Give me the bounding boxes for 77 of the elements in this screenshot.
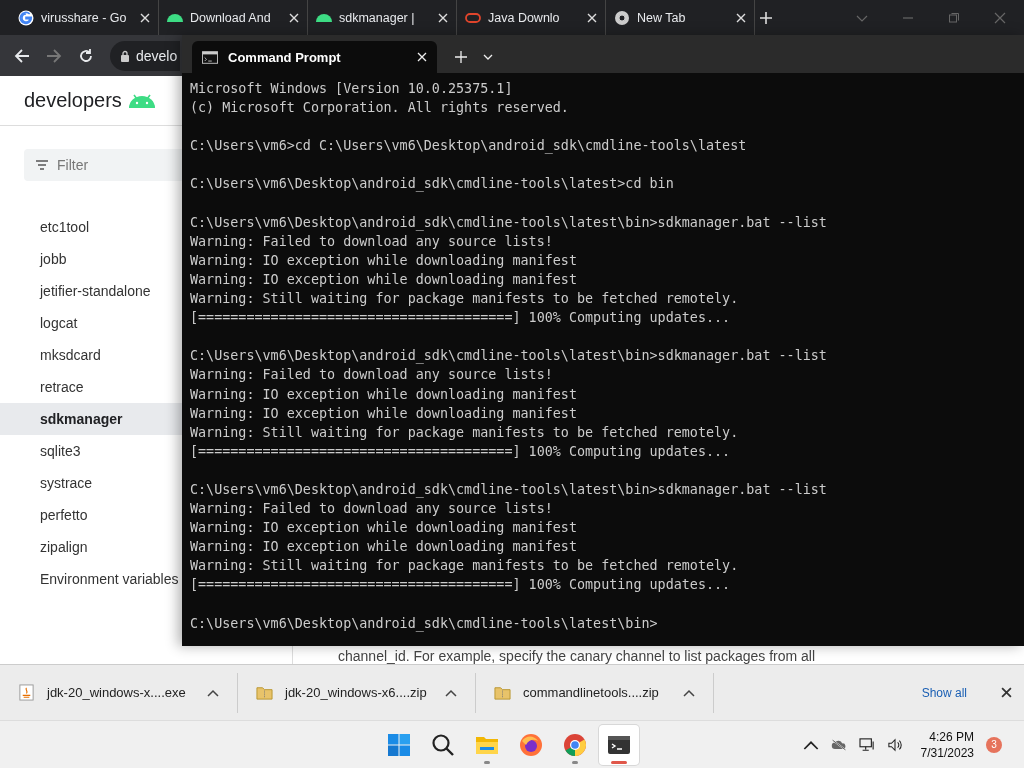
site-logo[interactable]: developers — [24, 89, 122, 112]
firefox-icon — [519, 732, 543, 757]
console-line: C:\Users\vm6>cd C:\Users\vm6\Desktop\android_sdk\cmdline-tools\latest — [190, 137, 748, 156]
android-icon — [167, 13, 183, 22]
body-text: channel_id. For example, specify the canary channel to list packages from all — [337, 648, 817, 664]
new-tab-icon[interactable] — [455, 51, 467, 63]
caret-up-icon[interactable] — [207, 688, 219, 697]
console-line: [=======================================] 100% Computing updates... — [190, 442, 732, 461]
console-line: Warning: Failed to download any source lists! — [190, 500, 554, 519]
clock[interactable]: 4:26 PM 7/31/2023 — [920, 728, 974, 761]
nav-item[interactable]: jetifier-standalone — [0, 275, 182, 307]
console-line: Warning: Failed to download any source lists! — [190, 366, 554, 385]
console-line: Warning: IO exception while downloading manifest — [190, 404, 578, 423]
date-text: 7/31/2023 — [920, 744, 974, 761]
terminal-tab[interactable]: Command Prompt — [192, 41, 437, 73]
console-line: Microsoft Windows [Version 10.0.25375.1] — [190, 80, 514, 98]
android-icon — [316, 13, 332, 22]
new-tab-icon[interactable] — [759, 10, 773, 25]
caret-up-icon[interactable] — [445, 688, 457, 697]
caret-up-icon[interactable] — [683, 688, 695, 697]
console-line: [=======================================] 100% Computing updates... — [190, 309, 732, 328]
command-prompt-icon — [202, 50, 218, 64]
network-icon[interactable] — [858, 737, 875, 752]
show-all-link[interactable]: Show all — [921, 685, 967, 700]
download-item[interactable]: commandlinetools....zip — [476, 672, 714, 713]
console-line: [=======================================] 100% Computing updates... — [190, 576, 732, 595]
windows-logo-icon — [387, 732, 411, 757]
console-line: Warning: Failed to download any source lists! — [190, 232, 554, 251]
console-line: Warning: Still waiting for package manifests to be fetched remotely. — [190, 290, 740, 309]
console-line: C:\Users\vm6\Desktop\android_sdk\cmdline-tools\latest\bin>sdkmanager.bat --list — [190, 347, 828, 366]
nav-item[interactable]: zipalign — [0, 531, 182, 563]
nav-item[interactable]: mksdcard — [0, 339, 182, 371]
nav-item[interactable]: etc1tool — [0, 211, 182, 243]
java-file-icon — [18, 684, 35, 701]
lock-icon — [120, 49, 130, 62]
chrome-icon — [614, 9, 630, 26]
download-item[interactable]: jdk-20_windows-x6....zip — [238, 672, 476, 713]
console-line: Warning: IO exception while downloading manifest — [190, 270, 578, 289]
time-text: 4:26 PM — [929, 728, 974, 745]
console-line: C:\Users\vm6\Desktop\android_sdk\cmdline-tools\latest\bin> — [190, 614, 659, 633]
console-line: Warning: IO exception while downloading manifest — [190, 519, 578, 538]
console-line: Warning: IO exception while downloading manifest — [190, 251, 578, 270]
nav-item[interactable]: Environment variables — [0, 563, 182, 595]
address-bar[interactable]: develo — [110, 40, 180, 71]
back-icon[interactable] — [14, 47, 30, 64]
filter-icon — [36, 160, 48, 170]
forward-icon[interactable] — [46, 47, 62, 64]
nav-item[interactable]: jobb — [0, 243, 182, 275]
android-icon — [127, 92, 156, 109]
console-line: (c) Microsoft Corporation. All rights reserved. — [190, 99, 570, 118]
console-line: C:\Users\vm6\Desktop\android_sdk\cmdline-tools\latest\bin>sdkmanager.bat --list — [190, 213, 828, 232]
download-item[interactable]: jdk-20_windows-x....exe — [0, 672, 238, 713]
nav-item[interactable]: retrace — [0, 371, 182, 403]
console-line: C:\Users\vm6\Desktop\android_sdk\cmdline-tools\latest\bin>sdkmanager.bat --list — [190, 480, 828, 500]
nav-item[interactable]: sdkmanager — [0, 403, 182, 435]
reload-icon[interactable] — [78, 47, 94, 64]
console-line: Warning: Still waiting for package manifests to be fetched remotely. — [190, 557, 740, 576]
console-line: Warning: IO exception while downloading manifest — [190, 385, 578, 404]
nav-item[interactable]: perfetto — [0, 499, 182, 531]
console-line: Warning: Still waiting for package manifests to be fetched remotely. — [190, 423, 740, 442]
volume-icon[interactable] — [886, 737, 903, 752]
chevron-down-icon[interactable] — [483, 54, 493, 60]
nav-item[interactable]: systrace — [0, 467, 182, 499]
console-line: C:\Users\vm6\Desktop\android_sdk\cmdline-tools\latest>cd bin — [190, 175, 675, 194]
filter-field[interactable]: Filter — [24, 149, 182, 181]
console-line: Warning: IO exception while downloading manifest — [190, 538, 578, 557]
nav-item[interactable]: sqlite3 — [0, 435, 182, 467]
zip-folder-icon — [256, 684, 273, 701]
chrome-icon — [563, 732, 587, 757]
zip-folder-icon — [494, 684, 511, 701]
cloud-off-icon[interactable] — [830, 737, 847, 752]
terminal-taskbar-button[interactable] — [599, 724, 639, 765]
search-icon — [431, 732, 455, 757]
maximize-icon[interactable] — [948, 11, 960, 24]
google-icon — [18, 9, 34, 26]
nav-item[interactable]: logcat — [0, 307, 182, 339]
close-icon[interactable] — [1001, 687, 1012, 698]
